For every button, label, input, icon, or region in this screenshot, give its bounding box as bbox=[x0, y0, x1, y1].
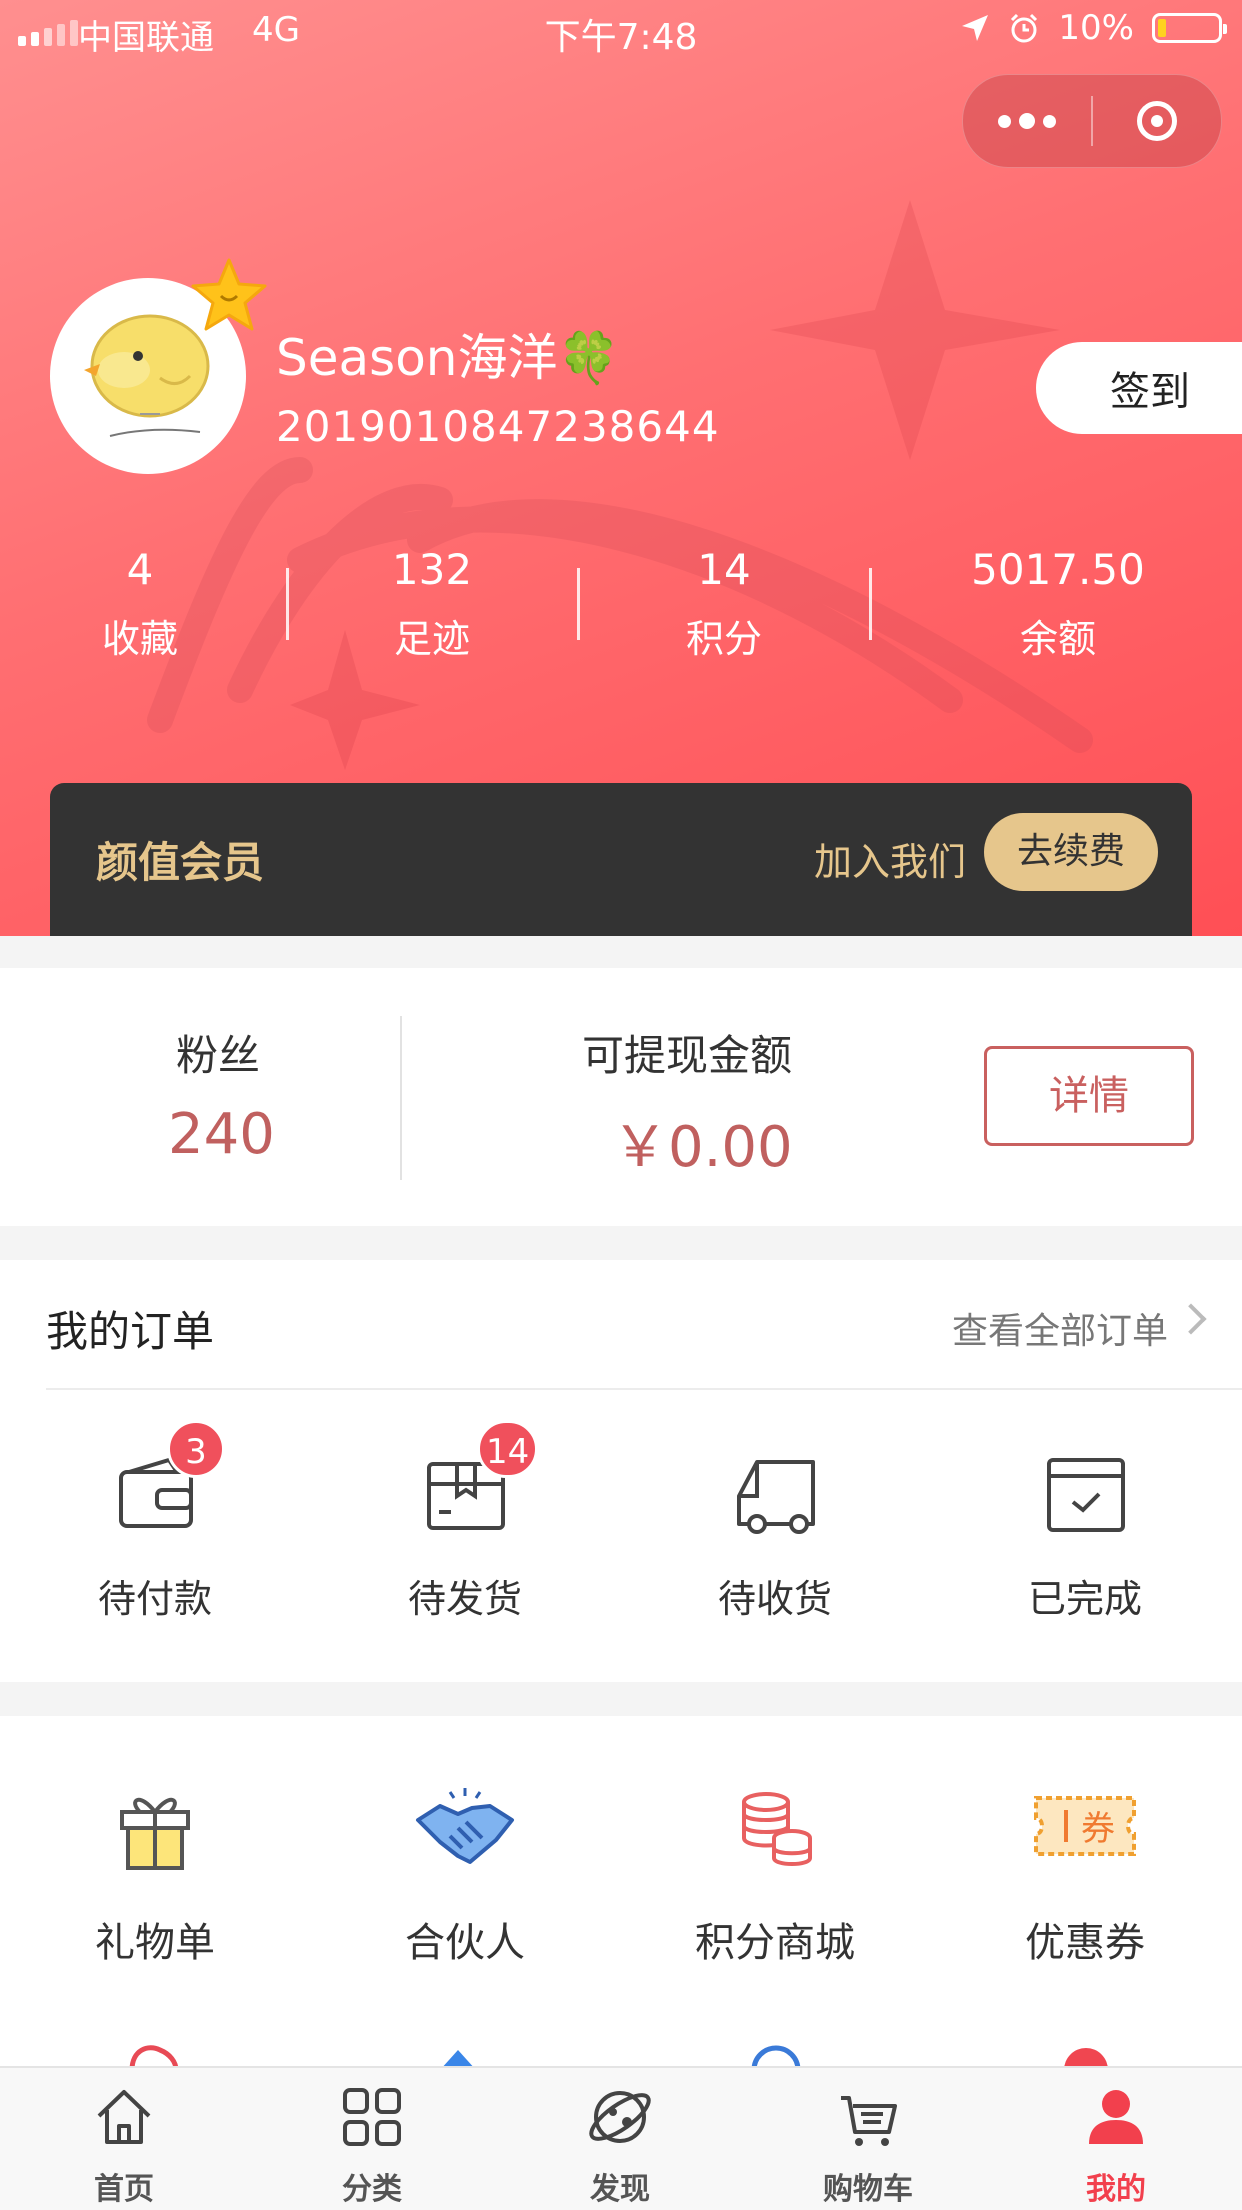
stat-points[interactable]: 14 积分 bbox=[604, 540, 844, 663]
earnings-card: 粉丝 240 可提现金额 ￥0.00 详情 bbox=[0, 968, 1242, 1226]
service-label: 优惠券 bbox=[1025, 1920, 1145, 1966]
order-label: 待收货 bbox=[717, 1577, 832, 1621]
vip-title: 颜值会员 bbox=[96, 838, 265, 887]
user-id: 2019010847238644 bbox=[276, 402, 720, 451]
service-label: 礼物单 bbox=[95, 1920, 215, 1966]
stats-row: 4 收藏 132 足迹 14 积分 5017.50 余额 bbox=[0, 540, 1242, 680]
tab-label: 分类 bbox=[342, 2172, 402, 2207]
vip-banner[interactable]: 颜值会员 加入我们 去续费 bbox=[50, 783, 1192, 936]
service-points-mall[interactable]: 积分商城 bbox=[620, 1778, 930, 1968]
home-icon bbox=[97, 2090, 151, 2144]
more-menu-icon[interactable] bbox=[963, 113, 1091, 129]
order-label: 待发货 bbox=[407, 1577, 522, 1621]
stat-value: 5017.50 bbox=[971, 545, 1145, 594]
stat-label: 余额 bbox=[1019, 617, 1096, 661]
vip-star-icon bbox=[191, 258, 267, 331]
location-icon bbox=[962, 15, 989, 41]
vip-join-link[interactable]: 加入我们 bbox=[814, 831, 966, 886]
order-label: 待付款 bbox=[97, 1577, 212, 1621]
truck-icon bbox=[737, 1460, 815, 1534]
order-pending-receipt[interactable]: 待收货 bbox=[620, 1446, 930, 1623]
service-coupon[interactable]: 券 优惠券 bbox=[930, 1778, 1240, 1968]
cart-icon bbox=[841, 2096, 897, 2146]
divider bbox=[400, 1016, 402, 1180]
user-icon bbox=[1089, 2090, 1143, 2144]
completed-box-icon bbox=[1047, 1458, 1125, 1532]
service-partner[interactable]: 合伙人 bbox=[310, 1778, 620, 1968]
chevron-right-icon[interactable] bbox=[1175, 1303, 1207, 1335]
divider bbox=[46, 1388, 1242, 1390]
tab-label: 我的 bbox=[1086, 2172, 1146, 2207]
checkin-button[interactable]: 签到 bbox=[1036, 342, 1242, 434]
stat-favorites[interactable]: 4 收藏 bbox=[20, 540, 260, 663]
tab-discover[interactable]: 发现 bbox=[496, 2082, 744, 2208]
divider bbox=[286, 568, 289, 640]
services-card: 礼物单 合伙人 积分商城 券 优惠券 bbox=[0, 1716, 1242, 2066]
stat-label: 收藏 bbox=[101, 617, 178, 661]
order-badge: 3 bbox=[167, 1420, 225, 1478]
withdraw-label: 可提现金额 bbox=[582, 1031, 793, 1080]
handshake-icon bbox=[416, 1788, 514, 1864]
service-label: 积分商城 bbox=[695, 1920, 855, 1966]
username: Season海洋🍀 bbox=[276, 329, 620, 387]
battery-icon bbox=[1152, 13, 1227, 43]
fans-count: 240 bbox=[168, 1102, 275, 1167]
coupon-icon-text: 券 bbox=[1081, 1809, 1115, 1849]
gift-icon bbox=[120, 1798, 190, 1870]
order-pending-shipment[interactable]: 14 待发货 bbox=[310, 1420, 620, 1623]
divider bbox=[869, 568, 872, 640]
orders-card: 我的订单 查看全部订单 3 待付款 14 待发货 待收货 已完成 bbox=[0, 1260, 1242, 1682]
bottom-tabbar: 首页 分类 发现 购物车 我的 bbox=[0, 2066, 1242, 2210]
stat-label: 积分 bbox=[685, 617, 762, 661]
planet-icon bbox=[589, 2091, 651, 2143]
divider bbox=[577, 568, 580, 640]
coins-icon bbox=[742, 1792, 812, 1866]
order-badge: 14 bbox=[477, 1420, 539, 1478]
stat-value: 14 bbox=[697, 545, 751, 594]
orders-title: 我的订单 bbox=[46, 1307, 215, 1356]
stat-value: 132 bbox=[391, 545, 473, 594]
miniprogram-capsule bbox=[962, 74, 1222, 168]
alarm-icon bbox=[1011, 13, 1038, 43]
stat-footprints[interactable]: 132 足迹 bbox=[312, 540, 552, 663]
close-miniprogram-icon[interactable] bbox=[1093, 101, 1221, 141]
order-completed[interactable]: 已完成 bbox=[930, 1446, 1240, 1623]
tab-label: 首页 bbox=[94, 2172, 154, 2207]
tab-label: 购物车 bbox=[823, 2172, 913, 2207]
service-gift-list[interactable]: 礼物单 bbox=[0, 1778, 310, 1968]
stat-balance[interactable]: 5017.50 余额 bbox=[938, 540, 1178, 663]
detail-button[interactable]: 详情 bbox=[984, 1046, 1194, 1146]
profile-header: 中国联通 4G 下午7:48 10% Season海洋🍀 20190108472… bbox=[0, 0, 1242, 936]
tab-label: 发现 bbox=[590, 2172, 650, 2207]
tab-home[interactable]: 首页 bbox=[0, 2082, 248, 2208]
tab-mine[interactable]: 我的 bbox=[992, 2082, 1240, 2208]
withdraw-amount: ￥0.00 bbox=[612, 1115, 793, 1180]
status-bar: 中国联通 4G 下午7:48 10% bbox=[0, 0, 1242, 62]
battery-percent: 10% bbox=[1058, 8, 1134, 48]
stat-value: 4 bbox=[126, 545, 154, 594]
order-pending-payment[interactable]: 3 待付款 bbox=[0, 1420, 310, 1623]
stat-label: 足迹 bbox=[393, 617, 470, 661]
fans-label: 粉丝 bbox=[176, 1031, 261, 1080]
tab-category[interactable]: 分类 bbox=[248, 2082, 496, 2208]
renew-button[interactable]: 去续费 bbox=[984, 813, 1158, 891]
coupon-icon: 券 bbox=[1034, 1796, 1136, 1856]
service-label: 合伙人 bbox=[405, 1920, 525, 1966]
grid-icon bbox=[343, 2088, 401, 2146]
order-label: 已完成 bbox=[1027, 1577, 1142, 1621]
view-all-orders-link[interactable]: 查看全部订单 bbox=[952, 1302, 1168, 1354]
tab-cart[interactable]: 购物车 bbox=[744, 2082, 992, 2208]
